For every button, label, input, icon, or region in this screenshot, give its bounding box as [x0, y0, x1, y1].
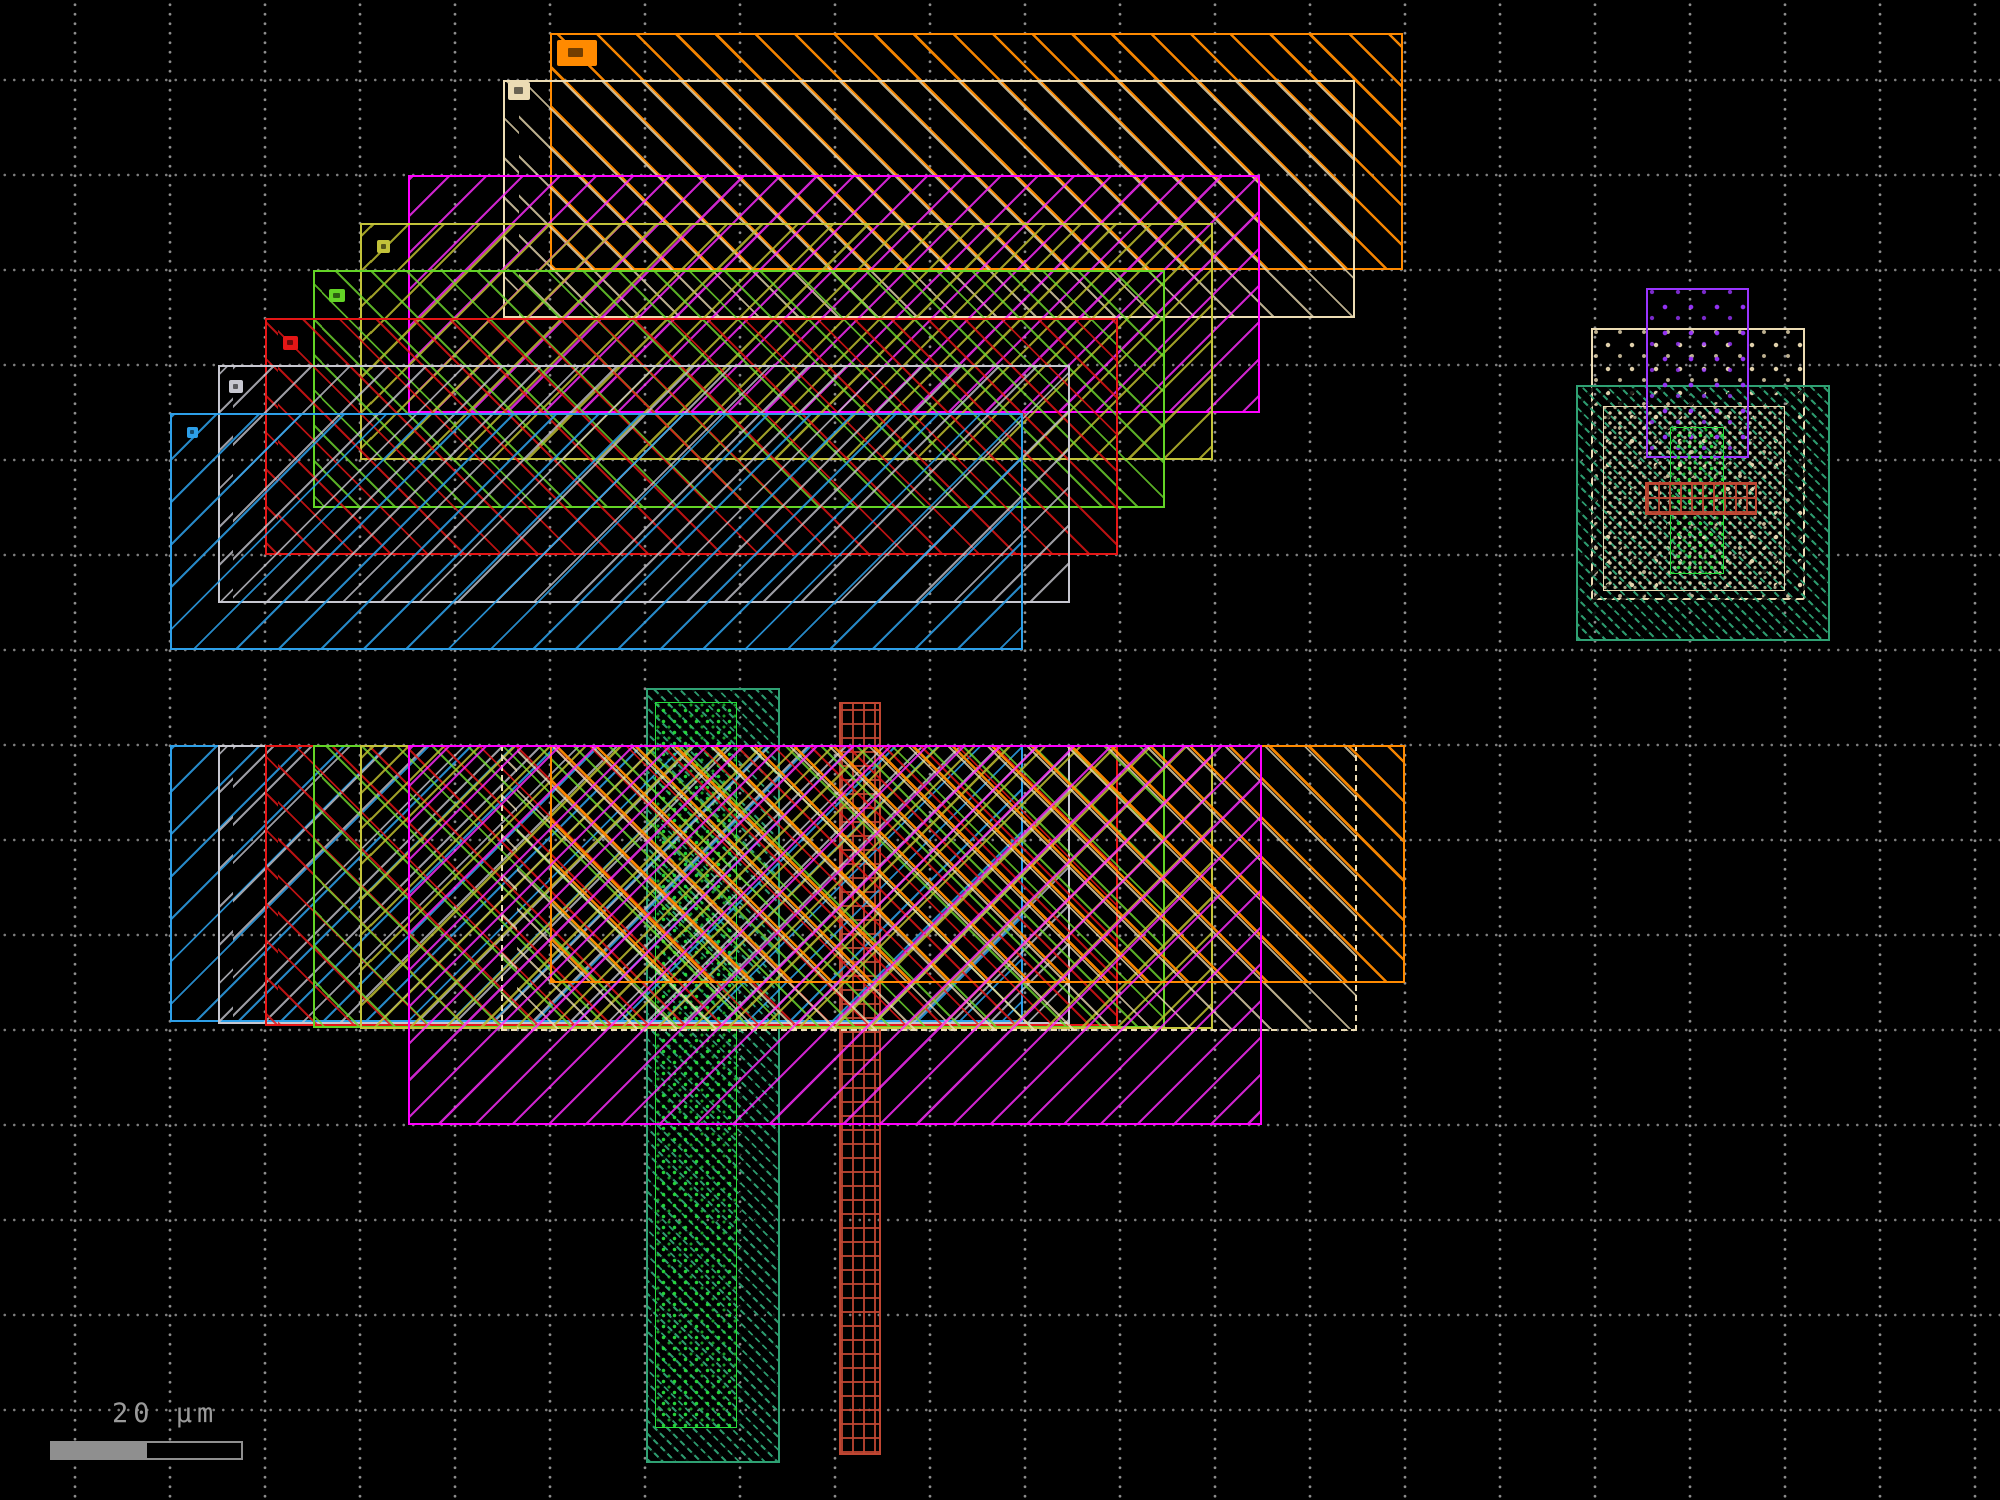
layer-tag-gray[interactable] — [229, 380, 243, 393]
layer-tag-olive[interactable] — [377, 240, 390, 253]
layer-tag-red[interactable] — [283, 336, 298, 350]
layout-canvas[interactable] — [0, 0, 2000, 1500]
scalebar — [50, 1441, 243, 1460]
scalebar-label: 20 µm — [112, 1398, 292, 1429]
via-test-via-band[interactable] — [1645, 482, 1757, 515]
scalebar-fill — [52, 1443, 147, 1458]
layer-tag-cream[interactable] — [508, 82, 530, 100]
lower-rect-magenta[interactable] — [408, 745, 1263, 1125]
layer-tag-green[interactable] — [329, 289, 345, 302]
layout-editor-viewport: 20 µm — [0, 0, 2000, 1500]
upper-rect-blue[interactable] — [170, 413, 1023, 651]
layer-tag-orange[interactable] — [557, 40, 597, 66]
layer-tag-blue[interactable] — [187, 427, 198, 438]
